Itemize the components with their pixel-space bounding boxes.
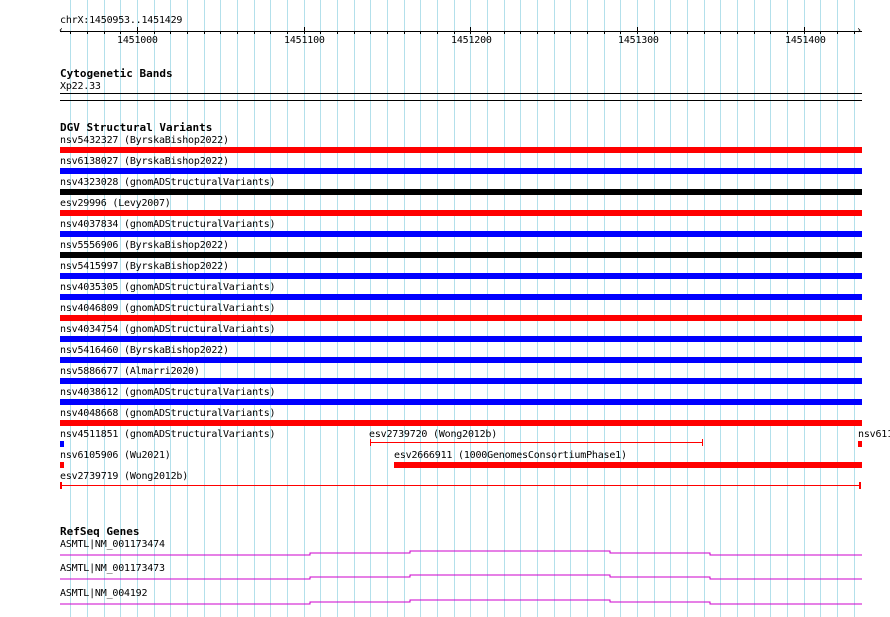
track-title: Cytogenetic Bands — [60, 67, 173, 80]
ruler-left-arrow: ‹ — [58, 25, 64, 36]
variant-bar[interactable] — [60, 294, 862, 300]
gene-model[interactable] — [0, 572, 890, 582]
variant-bar[interactable] — [394, 462, 862, 468]
ruler-label: 1451200 — [451, 35, 492, 46]
variant-label: nsv611 — [858, 429, 890, 440]
variant-bar[interactable] — [60, 357, 862, 363]
variant-label: nsv5556906 (ByrskaBishop2022) — [60, 240, 229, 251]
variant-bar[interactable] — [60, 378, 862, 384]
variant-label: esv29996 (Levy2007) — [60, 198, 171, 209]
gene-intron-line — [60, 599, 862, 605]
gene-intron-line — [60, 550, 862, 556]
variant-bar[interactable] — [60, 315, 862, 321]
variant-label: nsv5416460 (ByrskaBishop2022) — [60, 345, 229, 356]
variant-bar[interactable] — [60, 189, 862, 195]
variant-bar-end — [370, 439, 371, 446]
variant-bar[interactable] — [60, 336, 862, 342]
variant-bar[interactable] — [858, 441, 862, 447]
ruler-label: 1451100 — [284, 35, 325, 46]
variant-bar[interactable] — [60, 252, 862, 258]
variant-bar[interactable] — [60, 273, 862, 279]
ruler-right-arrow: › — [856, 25, 862, 36]
variant-label: nsv5432327 (ByrskaBishop2022) — [60, 135, 229, 146]
variant-label: nsv4035305 (gnomADStructuralVariants) — [60, 282, 276, 293]
variant-label: nsv4038612 (gnomADStructuralVariants) — [60, 387, 276, 398]
variant-label: nsv5886677 (Almarri2020) — [60, 366, 200, 377]
ruler-axis — [60, 31, 862, 32]
ruler-label: 1451400 — [785, 35, 826, 46]
variant-label: nsv6138027 (ByrskaBishop2022) — [60, 156, 229, 167]
variant-label: nsv4511851 (gnomADStructuralVariants) — [60, 429, 276, 440]
variant-label: esv2666911 (1000GenomesConsortiumPhase1) — [394, 450, 627, 461]
variant-bar-end — [702, 439, 703, 446]
position-label: chrX:1450953..1451429 — [60, 15, 183, 26]
variant-label: esv2739720 (Wong2012b) — [369, 429, 498, 440]
track-title: RefSeq Genes — [60, 525, 140, 538]
variant-label: nsv4048668 (gnomADStructuralVariants) — [60, 408, 276, 419]
variant-bar[interactable] — [60, 420, 862, 426]
variant-bar-end — [60, 482, 62, 489]
variant-bar[interactable] — [60, 147, 862, 153]
variant-bar[interactable] — [60, 168, 862, 174]
track-title: DGV Structural Variants — [60, 121, 213, 134]
variant-bar[interactable] — [370, 442, 703, 443]
gene-intron-line — [60, 574, 862, 580]
variant-bar[interactable] — [60, 441, 64, 447]
variant-bar[interactable] — [60, 462, 64, 468]
variant-bar[interactable] — [60, 210, 862, 216]
variant-label: nsv4323028 (gnomADStructuralVariants) — [60, 177, 276, 188]
band-label: Xp22.33 — [60, 81, 101, 92]
band-top-line — [60, 93, 862, 94]
variant-bar[interactable] — [60, 231, 862, 237]
variant-label: nsv5415997 (ByrskaBishop2022) — [60, 261, 229, 272]
variant-label: nsv4037834 (gnomADStructuralVariants) — [60, 219, 276, 230]
variant-bar[interactable] — [60, 485, 861, 486]
variant-bar-end — [859, 482, 861, 489]
variant-label: esv2739719 (Wong2012b) — [60, 471, 189, 482]
variant-bar[interactable] — [60, 399, 862, 405]
ruler-label: 1451300 — [618, 35, 659, 46]
variant-label: nsv4034754 (gnomADStructuralVariants) — [60, 324, 276, 335]
band-bottom-line — [60, 100, 862, 101]
ruler-label: 1451000 — [117, 35, 158, 46]
variant-label: nsv4046809 (gnomADStructuralVariants) — [60, 303, 276, 314]
gene-model[interactable] — [0, 597, 890, 607]
variant-label: nsv6105906 (Wu2021) — [60, 450, 171, 461]
gene-model[interactable] — [0, 548, 890, 558]
